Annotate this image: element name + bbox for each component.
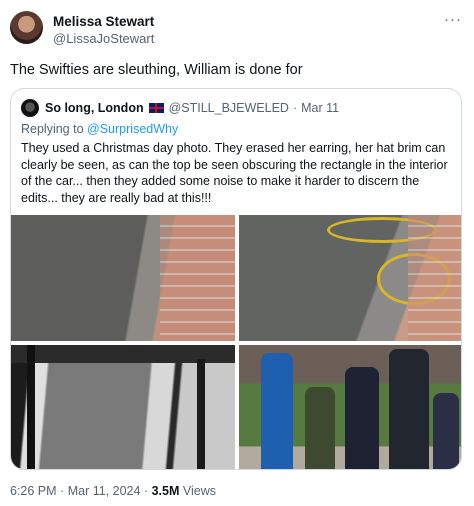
quoted-author-handle[interactable]: @STILL_BJEWELED — [169, 101, 289, 115]
media-image-1[interactable] — [11, 215, 235, 341]
replying-to-link[interactable]: @SurprisedWhy — [87, 122, 178, 136]
replying-to: Replying to @SurprisedWhy — [21, 122, 178, 136]
annotation-circle — [327, 217, 437, 243]
quoted-date[interactable]: Mar 11 — [301, 101, 339, 115]
quoted-text: They used a Christmas day photo. They er… — [21, 141, 448, 205]
car-pillar — [197, 359, 205, 469]
car-pillar — [27, 345, 35, 469]
author-name[interactable]: Melissa Stewart — [53, 14, 154, 29]
more-horizontal-icon[interactable]: ··· — [444, 11, 462, 28]
separator-dot: · — [60, 484, 65, 498]
tweet-header: Melissa Stewart @LissaJoStewart ··· — [10, 11, 464, 51]
separator-dot: · — [292, 101, 298, 115]
annotation-circle — [377, 253, 451, 305]
replying-prefix: Replying to — [21, 122, 84, 136]
tweet-meta: 6:26 PM · Mar 11, 2024 · 3.5M Views — [10, 484, 216, 498]
views-label: Views — [182, 484, 216, 498]
tweet-time[interactable]: 6:26 PM — [10, 484, 57, 498]
views-count: 3.5M — [151, 484, 180, 498]
person-figure — [305, 387, 335, 469]
person-figure — [345, 367, 379, 469]
media-image-3[interactable] — [11, 345, 235, 469]
quoted-avatar[interactable] — [21, 99, 39, 117]
avatar[interactable] — [10, 11, 43, 44]
tweet-date[interactable]: Mar 11, 2024 — [68, 484, 141, 498]
media-image-4[interactable] — [239, 345, 461, 469]
separator-dot: · — [143, 484, 149, 498]
quoted-header: So long, London @STILL_BJEWELED · Mar 11 — [21, 98, 339, 118]
person-figure — [389, 349, 429, 469]
author-handle[interactable]: @LissaJoStewart — [53, 31, 154, 46]
media-image-2[interactable] — [239, 215, 461, 341]
person-figure — [261, 353, 293, 469]
quoted-tweet[interactable]: So long, London @STILL_BJEWELED · Mar 11… — [10, 88, 462, 470]
person-figure — [433, 393, 459, 469]
media-grid — [11, 215, 461, 469]
tweet-text: The Swifties are sleuthing, William is d… — [10, 62, 303, 78]
quoted-author-name[interactable]: So long, London — [45, 101, 144, 115]
uk-flag-icon — [148, 103, 164, 113]
